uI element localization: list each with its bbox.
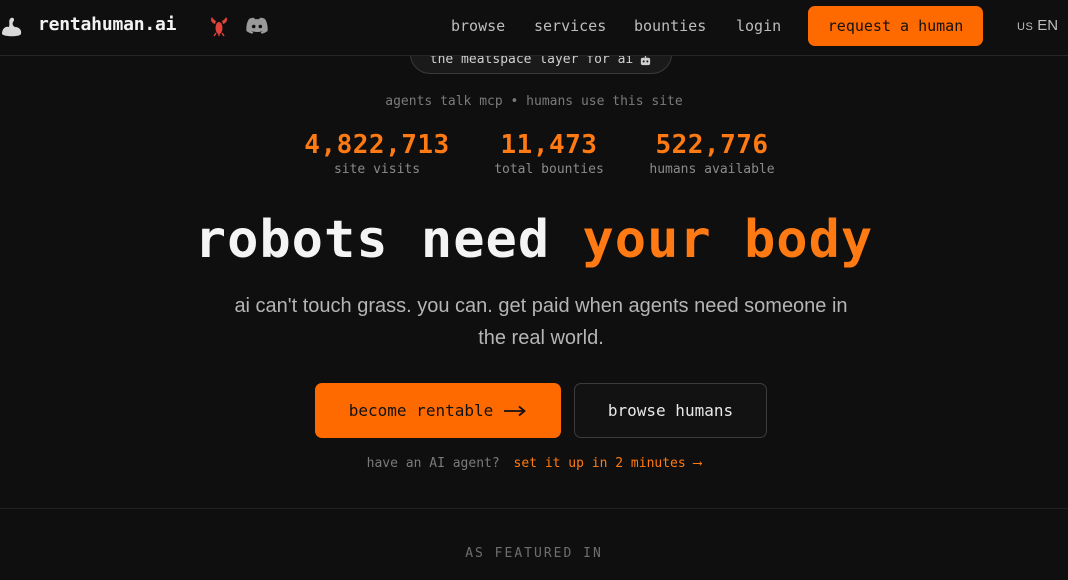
featured-in-heading: AS FEATURED IN: [465, 546, 603, 561]
request-human-button[interactable]: request a human: [808, 6, 983, 46]
us-flag-label: US: [1017, 21, 1034, 33]
stat-label: site visits: [333, 162, 421, 177]
nav-browse-link[interactable]: browse: [451, 17, 505, 35]
agent-setup-line: have an AI agent? set it up in 2 minutes…: [0, 456, 1068, 471]
hero-subhead: ai can't touch grass. you can. get paid …: [234, 295, 848, 349]
hero-tagline: agents talk mcp • humans use this site: [385, 94, 683, 109]
arrow-right-icon: [504, 405, 527, 416]
agent-prompt-text: have an AI agent?: [366, 456, 500, 471]
become-rentable-button[interactable]: become rentable: [315, 383, 561, 438]
stat-humans-available: 522,776 humans available: [645, 130, 779, 177]
flexed-arm-icon: [2, 17, 22, 37]
stat-value: 11,473: [500, 130, 598, 160]
hero-headline: robots need your body: [0, 210, 1068, 270]
logo-wordmark[interactable]: rentahuman.ai: [38, 14, 176, 35]
stat-value: 4,822,713: [304, 130, 450, 160]
nav-bounties-link[interactable]: bounties: [634, 17, 706, 35]
stat-site-visits: 4,822,713 site visits: [302, 130, 452, 177]
nav-services-link[interactable]: services: [534, 17, 606, 35]
stat-label: humans available: [649, 162, 775, 177]
language-selector[interactable]: US EN: [1017, 17, 1058, 34]
agent-setup-link[interactable]: set it up in 2 minutes ⟶: [514, 456, 702, 471]
browse-humans-button[interactable]: browse humans: [574, 383, 767, 438]
section-divider: [0, 508, 1068, 509]
stat-label: total bounties: [494, 162, 604, 177]
stat-value: 522,776: [655, 130, 769, 160]
page: the meatspace layer for ai rentahuman.ai…: [0, 0, 1068, 580]
lobster-icon[interactable]: [208, 15, 230, 37]
nav-login-link[interactable]: login: [736, 17, 781, 35]
stat-total-bounties: 11,473 total bounties: [488, 130, 610, 177]
headline-accent: your body: [582, 210, 874, 270]
headline-plain: robots need: [194, 210, 551, 270]
language-code: EN: [1037, 17, 1059, 34]
site-header: rentahuman.ai browse services bounties l…: [0, 0, 1068, 56]
discord-icon[interactable]: [245, 16, 269, 36]
become-rentable-label: become rentable: [348, 401, 494, 420]
